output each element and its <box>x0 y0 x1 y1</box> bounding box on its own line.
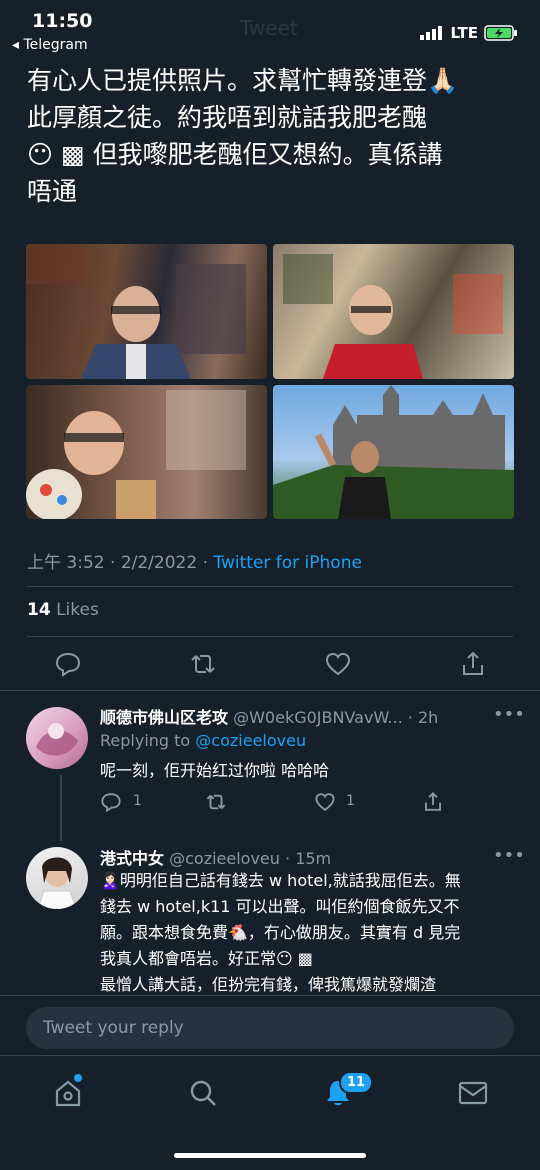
reply-author-name[interactable]: 顺德市佛山区老攻 <box>100 708 228 727</box>
tweet-date: 2/2/2022 <box>120 553 198 573</box>
reply-author-handle[interactable]: @W0ekG0JBNVavW... <box>233 708 403 727</box>
status-indicators: LTE <box>420 24 518 42</box>
like-count: 1 <box>346 793 355 809</box>
replying-to: Replying to @cozieeloveu <box>100 731 306 750</box>
reply-icon[interactable] <box>54 650 82 678</box>
likes-count-link[interactable]: 14 Likes <box>27 600 99 620</box>
tweet-time: 上午 3:52 <box>27 553 105 573</box>
reply-line: 錢去 w hotel,k11 可以出聲。叫佢約個食飯先又不 <box>100 897 460 916</box>
reply-text: 🙎🏻‍♀️明明佢自己話有錢去 w hotel,就話我屈佢去。無 錢去 w hot… <box>100 868 520 998</box>
battery-charging-icon <box>484 25 517 41</box>
tweet-reply-input[interactable]: Tweet your reply <box>26 1007 514 1049</box>
divider <box>0 690 540 691</box>
reply-text: 呢一刻，佢开始红过你啦 哈哈哈 <box>100 761 330 780</box>
home-icon[interactable] <box>53 1078 83 1108</box>
home-indicator[interactable] <box>174 1153 366 1158</box>
reply-author-handle[interactable]: @cozieeloveu <box>169 849 280 868</box>
like-icon[interactable] <box>314 791 336 813</box>
home-new-dot <box>74 1074 82 1082</box>
avatar[interactable] <box>26 707 88 769</box>
likes-number: 14 <box>27 600 51 620</box>
person-photo-icon <box>283 254 503 379</box>
avatar-person-icon <box>37 857 77 909</box>
reply-actions: 1 1 <box>100 791 445 815</box>
thread-line <box>60 775 62 841</box>
reply-line: 願。跟本想食免費🐔，冇心做朋友。其實有 d 見完 <box>100 923 461 942</box>
status-time: 11:50 <box>32 10 93 32</box>
retweet-icon[interactable] <box>205 791 227 813</box>
more-options-icon[interactable]: ••• <box>493 845 525 866</box>
replying-label: Replying to <box>100 731 196 750</box>
avatar[interactable] <box>26 847 88 909</box>
notifications-badge: 11 <box>339 1071 374 1094</box>
reply-time: · 2h <box>407 708 439 727</box>
search-icon[interactable] <box>188 1078 218 1108</box>
divider <box>27 636 513 637</box>
like-icon[interactable] <box>324 650 352 678</box>
tweet-photo-4[interactable] <box>273 385 514 519</box>
likes-label: Likes <box>56 600 99 620</box>
reply-line: 🙎🏻‍♀️明明佢自己話有錢去 w hotel,就話我屈佢去。無 <box>100 871 461 890</box>
tweet-line: 有心人已提供照片。求幫忙轉發連登🙏🏻 <box>27 66 459 95</box>
reply-count: 1 <box>133 793 142 809</box>
tweet-source-link[interactable]: Twitter for iPhone <box>213 553 362 573</box>
back-app-label: Telegram <box>23 37 88 53</box>
reply-header: 顺德市佛山区老攻 @W0ekG0JBNVavW... · 2h <box>100 704 438 728</box>
person-photo-icon <box>26 244 246 379</box>
back-to-telegram[interactable]: ◂ Telegram <box>12 37 88 53</box>
avatar-illustration-icon <box>36 723 78 756</box>
replying-to-handle[interactable]: @cozieeloveu <box>195 731 306 750</box>
reply-placeholder: Tweet your reply <box>43 1018 184 1038</box>
castle-photo-icon <box>273 385 514 519</box>
reply-line: 我真人都會唔岩。好正常😶 ▩ <box>100 949 313 968</box>
tweet-photo-3[interactable] <box>26 385 267 519</box>
retweet-icon[interactable] <box>189 650 217 678</box>
person-photo-icon <box>26 390 246 519</box>
messages-icon[interactable] <box>458 1080 488 1106</box>
tweet-body: 有心人已提供照片。求幫忙轉發連登🙏🏻 此厚顏之徒。約我唔到就話我肥老醜 😶 ▩ … <box>27 62 517 210</box>
divider <box>27 586 513 587</box>
tweet-meta: 上午 3:52 · 2/2/2022 · Twitter for iPhone <box>27 553 362 573</box>
tweet-actions <box>0 650 540 678</box>
share-icon[interactable] <box>422 791 444 813</box>
reply-author-name[interactable]: 港式中女 <box>100 849 164 868</box>
tweet-photo-2[interactable] <box>273 244 514 379</box>
tweet-line: 😶 ▩ 但我嚟肥老醜佢又想約。真係講 <box>27 140 443 169</box>
header-title: Tweet <box>240 16 298 40</box>
more-options-icon[interactable]: ••• <box>493 704 525 725</box>
network-label: LTE <box>450 24 478 42</box>
signal-icon <box>420 26 443 40</box>
reply-header: 港式中女 @cozieeloveu · 15m <box>100 845 331 869</box>
reply-time: · 15m <box>285 849 332 868</box>
share-icon[interactable] <box>459 650 487 678</box>
tweet-line: 唔通 <box>27 177 78 206</box>
reply-icon[interactable] <box>100 791 122 813</box>
tweet-line: 此厚顏之徒。約我唔到就話我肥老醜 <box>27 103 428 132</box>
tweet-photo-1[interactable] <box>26 244 267 379</box>
